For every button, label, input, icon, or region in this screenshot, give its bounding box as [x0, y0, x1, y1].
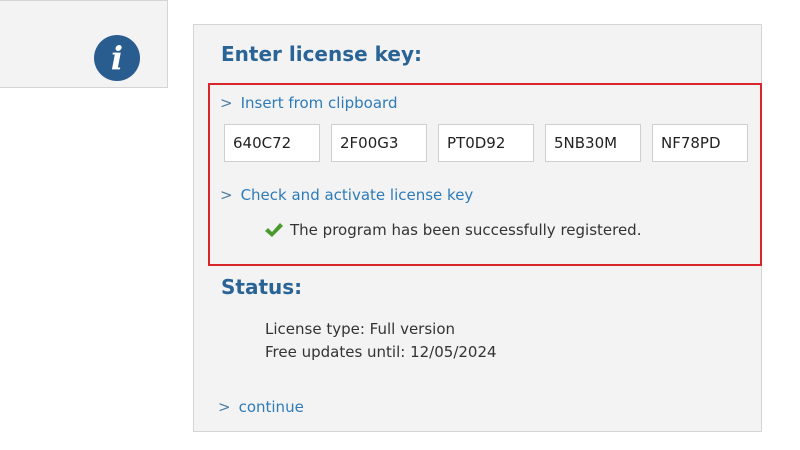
license-key-field-3[interactable] [438, 124, 534, 162]
side-panel: i [0, 0, 168, 88]
insert-from-clipboard-link[interactable]: > Insert from clipboard [220, 94, 397, 112]
status-heading: Status: [221, 275, 303, 299]
license-highlight-box: > Insert from clipboard > Check and activa… [208, 83, 762, 266]
license-type-text: License type: Full version [265, 320, 456, 338]
check-activate-link[interactable]: > Check and activate license key [220, 186, 473, 204]
check-activate-label: Check and activate license key [240, 186, 474, 204]
check-icon [265, 223, 283, 237]
license-heading: Enter license key: [221, 42, 423, 66]
license-key-fields [224, 124, 759, 162]
license-key-field-1[interactable] [224, 124, 320, 162]
free-updates-text: Free updates until: 12/05/2024 [265, 343, 497, 361]
status-details: License type: Full version Free updates … [265, 318, 497, 364]
license-key-field-4[interactable] [545, 124, 641, 162]
continue-link[interactable]: > continue [218, 398, 304, 416]
license-key-field-5[interactable] [652, 124, 748, 162]
insert-from-clipboard-label: Insert from clipboard [240, 94, 398, 112]
chevron-right-icon: > [218, 398, 231, 416]
info-icon: i [94, 35, 140, 81]
license-panel: Enter license key: > Insert from clipboar… [193, 24, 762, 432]
chevron-right-icon: > [220, 94, 233, 112]
license-key-field-2[interactable] [331, 124, 427, 162]
success-message: The program has been successfully regist… [264, 221, 641, 239]
chevron-right-icon: > [220, 186, 233, 204]
continue-label: continue [238, 398, 304, 416]
success-text: The program has been successfully regist… [290, 221, 642, 239]
